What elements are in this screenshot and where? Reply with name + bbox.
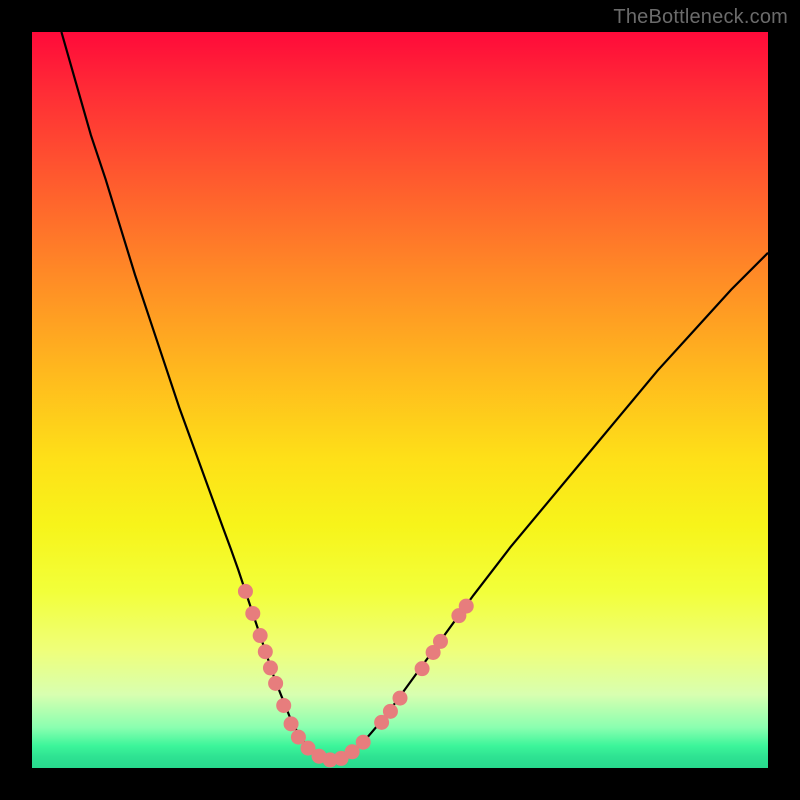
bottleneck-curve (61, 32, 768, 761)
curve-marker (258, 644, 273, 659)
curve-marker (253, 628, 268, 643)
curve-marker (356, 735, 371, 750)
curve-marker (284, 716, 299, 731)
curve-marker (245, 606, 260, 621)
watermark-text: TheBottleneck.com (613, 6, 788, 29)
curve-marker (263, 660, 278, 675)
curve-marker (276, 698, 291, 713)
curve-marker (415, 661, 430, 676)
curve-marker (383, 704, 398, 719)
curve-marker (238, 584, 253, 599)
chart-frame: TheBottleneck.com (0, 0, 800, 800)
chart-svg (32, 32, 768, 768)
curve-marker (268, 676, 283, 691)
plot-area (32, 32, 768, 768)
curve-marker (393, 691, 408, 706)
curve-marker (459, 599, 474, 614)
curve-marker (433, 634, 448, 649)
